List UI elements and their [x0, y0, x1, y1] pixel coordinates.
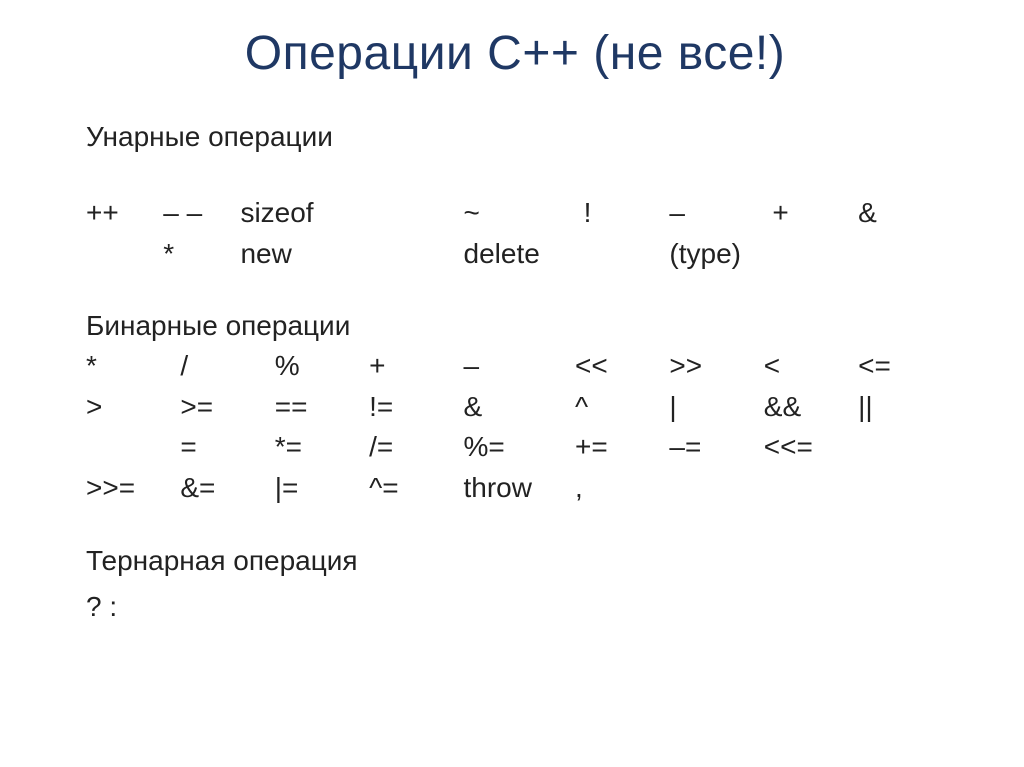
op-cell: ~: [464, 193, 584, 234]
op-cell: delete: [464, 234, 584, 275]
op-cell: &: [858, 193, 944, 234]
op-cell: –=: [669, 427, 763, 468]
op-cell: =: [180, 427, 274, 468]
op-cell: +: [772, 193, 858, 234]
op-cell: ==: [275, 387, 369, 428]
op-cell: [584, 234, 670, 275]
op-cell: [86, 234, 163, 275]
op-cell: >=: [180, 387, 274, 428]
op-cell: %=: [464, 427, 576, 468]
op-cell: [772, 234, 858, 275]
op-cell: &&: [764, 387, 858, 428]
op-cell: – –: [163, 193, 240, 234]
op-cell: *: [163, 234, 240, 275]
op-cell: ,: [575, 468, 669, 509]
binary-heading: Бинарные операции: [86, 310, 944, 342]
op-cell: [858, 427, 944, 468]
op-cell: [858, 234, 944, 275]
op-cell: <: [764, 346, 858, 387]
slide: Операции С++ (не все!) Унарные операции …: [0, 0, 1024, 767]
op-cell: %: [275, 346, 369, 387]
op-cell: &: [464, 387, 576, 428]
ternary-operator: ? :: [86, 591, 944, 623]
op-cell: ^=: [369, 468, 463, 509]
op-cell: throw: [464, 468, 576, 509]
op-cell: +: [369, 346, 463, 387]
op-cell: >: [86, 387, 180, 428]
op-cell: [858, 468, 944, 509]
op-cell: [86, 427, 180, 468]
ternary-heading: Тернарная операция: [86, 545, 944, 577]
binary-table: * / % + – << >> < <= > >= == != & ^ | &&…: [86, 346, 944, 508]
op-cell: ++: [86, 193, 163, 234]
op-cell: >>=: [86, 468, 180, 509]
op-cell: –: [464, 346, 576, 387]
table-row: > >= == != & ^ | && ||: [86, 387, 944, 428]
table-row: = *= /= %= += –= <<=: [86, 427, 944, 468]
op-cell: ||: [858, 387, 944, 428]
op-cell: /: [180, 346, 274, 387]
op-cell: [395, 193, 464, 234]
op-cell: –: [669, 193, 772, 234]
table-row: >>= &= |= ^= throw ,: [86, 468, 944, 509]
slide-title: Операции С++ (не все!): [86, 20, 944, 81]
op-cell: |=: [275, 468, 369, 509]
op-cell: &=: [180, 468, 274, 509]
table-row: * / % + – << >> < <=: [86, 346, 944, 387]
table-row: ++ – – sizeof ~ ! – + &: [86, 193, 944, 234]
op-cell: new: [240, 234, 394, 275]
op-cell: [764, 468, 858, 509]
op-cell: [669, 468, 763, 509]
op-cell: +=: [575, 427, 669, 468]
op-cell: |: [669, 387, 763, 428]
op-cell: (type): [669, 234, 772, 275]
op-cell: >>: [669, 346, 763, 387]
op-cell: sizeof: [240, 193, 394, 234]
op-cell: [395, 234, 464, 275]
op-cell: *=: [275, 427, 369, 468]
op-cell: *: [86, 346, 180, 387]
table-row: * new delete (type): [86, 234, 944, 275]
unary-table: ++ – – sizeof ~ ! – + & * new delete (ty…: [86, 193, 944, 274]
op-cell: <<=: [764, 427, 858, 468]
op-cell: /=: [369, 427, 463, 468]
op-cell: <<: [575, 346, 669, 387]
op-cell: <=: [858, 346, 944, 387]
op-cell: ^: [575, 387, 669, 428]
unary-heading: Унарные операции: [86, 121, 944, 153]
op-cell: !: [584, 193, 670, 234]
op-cell: !=: [369, 387, 463, 428]
